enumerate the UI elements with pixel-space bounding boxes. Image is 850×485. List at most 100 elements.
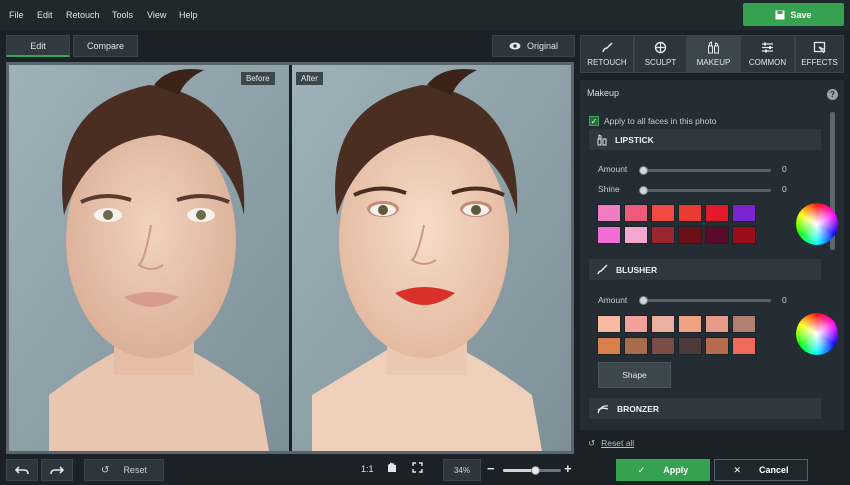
after-photo: After: [292, 65, 571, 451]
fit-screen-icon[interactable]: [412, 462, 423, 475]
menu-retouch[interactable]: Retouch: [66, 10, 100, 20]
makeup-icon: [708, 41, 719, 54]
bronzer-section-header[interactable]: BRONZER: [589, 398, 821, 419]
blusher-swatch[interactable]: [651, 315, 675, 333]
blusher-swatch[interactable]: [732, 315, 756, 333]
lipstick-color-wheel[interactable]: [796, 203, 838, 245]
lipstick-shine-label: Shine: [598, 184, 620, 194]
help-icon[interactable]: ?: [827, 89, 838, 100]
menu-view[interactable]: View: [147, 10, 166, 20]
blusher-color-wheel[interactable]: [796, 313, 838, 355]
redo-icon: [50, 465, 64, 474]
crosshair-icon: [654, 41, 667, 54]
panel-title: Makeup: [587, 88, 620, 98]
zoom-1-1-button[interactable]: 1:1: [361, 464, 374, 474]
effects-icon: [813, 41, 826, 54]
shape-label: Shape: [622, 370, 647, 380]
menu-tools[interactable]: Tools: [112, 10, 133, 20]
lipstick-swatch[interactable]: [678, 204, 702, 222]
eye-icon: [509, 42, 521, 50]
cancel-label: Cancel: [759, 465, 789, 475]
blusher-section-header[interactable]: BLUSHER: [589, 259, 821, 280]
lipstick-swatch[interactable]: [624, 226, 648, 244]
blusher-swatch[interactable]: [597, 315, 621, 333]
save-button[interactable]: Save: [743, 3, 844, 26]
tab-compare[interactable]: Compare: [73, 35, 138, 57]
menu-help[interactable]: Help: [179, 10, 198, 20]
lipstick-swatch[interactable]: [732, 204, 756, 222]
blusher-swatch[interactable]: [678, 315, 702, 333]
blusher-swatch[interactable]: [705, 315, 729, 333]
blusher-swatch[interactable]: [624, 315, 648, 333]
zoom-value[interactable]: 34%: [443, 459, 481, 481]
apply-label: Apply: [663, 465, 689, 475]
reset-all-link[interactable]: ↺ Reset all: [588, 438, 634, 449]
tab-retouch[interactable]: RETOUCH: [580, 35, 634, 73]
lipstick-shine-handle[interactable]: [639, 186, 648, 195]
lipstick-swatch[interactable]: [651, 226, 675, 244]
blusher-swatch[interactable]: [732, 337, 756, 355]
blusher-amount-handle[interactable]: [639, 296, 648, 305]
apply-button[interactable]: ✓ Apply: [616, 459, 710, 481]
zoom-in-icon[interactable]: +: [564, 461, 572, 476]
lipstick-swatch[interactable]: [651, 204, 675, 222]
lipstick-section-header[interactable]: LIPSTICK: [589, 129, 821, 150]
save-label: Save: [790, 9, 812, 20]
reset-icon: ↺: [101, 464, 110, 476]
tab-sculpt-label: SCULPT: [644, 58, 677, 67]
shape-button[interactable]: Shape: [598, 362, 671, 388]
lipstick-shine-slider[interactable]: [639, 186, 771, 195]
floppy-icon: [775, 10, 785, 19]
lipstick-swatch[interactable]: [705, 226, 729, 244]
tab-edit-label: Edit: [30, 40, 46, 51]
blusher-swatch[interactable]: [597, 337, 621, 355]
portrait-before: [9, 65, 289, 451]
photo-canvas[interactable]: Before After: [6, 62, 574, 454]
apply-all-checkbox[interactable]: ✓: [589, 116, 599, 126]
menu-bar: File Edit Retouch Tools View Help Save: [0, 0, 850, 30]
lipstick-shine-value: 0: [782, 184, 787, 194]
lipstick-swatch[interactable]: [705, 204, 729, 222]
tab-sculpt[interactable]: SCULPT: [634, 35, 687, 73]
tab-makeup[interactable]: MAKEUP: [687, 35, 740, 73]
lipstick-swatch[interactable]: [624, 204, 648, 222]
undo-button[interactable]: [6, 459, 38, 481]
lipstick-amount-slider[interactable]: [639, 166, 771, 175]
tab-effects-label: EFFECTS: [801, 58, 838, 67]
zoom-slider-handle[interactable]: [530, 466, 540, 475]
tab-effects[interactable]: EFFECTS: [795, 35, 844, 73]
blusher-amount-label: Amount: [598, 295, 628, 305]
blusher-swatch[interactable]: [651, 337, 675, 355]
redo-button[interactable]: [41, 459, 73, 481]
reset-all-icon: ↺: [588, 438, 596, 448]
original-button[interactable]: Original: [492, 35, 575, 57]
tab-edit[interactable]: Edit: [6, 35, 70, 57]
bronzer-title: BRONZER: [617, 403, 660, 414]
menu-edit[interactable]: Edit: [37, 10, 53, 20]
cancel-button[interactable]: ✕ Cancel: [714, 459, 808, 481]
menu-file[interactable]: File: [9, 10, 24, 20]
makeup-panel: Makeup ? ✓ Apply to all faces in this ph…: [580, 80, 844, 430]
lipstick-swatch[interactable]: [597, 226, 621, 244]
check-icon: ✓: [637, 464, 646, 475]
lipstick-swatch[interactable]: [732, 226, 756, 244]
original-label: Original: [526, 41, 558, 51]
reset-button[interactable]: ↺ Reset: [84, 459, 164, 481]
zoom-slider[interactable]: [503, 466, 561, 475]
portrait-after: [292, 65, 571, 451]
lipstick-amount-handle[interactable]: [639, 166, 648, 175]
blusher-amount-slider[interactable]: [639, 296, 771, 305]
blusher-swatch[interactable]: [624, 337, 648, 355]
bronzer-icon: [597, 404, 609, 413]
lipstick-swatch[interactable]: [678, 226, 702, 244]
blusher-swatch[interactable]: [705, 337, 729, 355]
blusher-swatch[interactable]: [678, 337, 702, 355]
blusher-amount-value: 0: [782, 295, 787, 305]
lipstick-swatch[interactable]: [597, 204, 621, 222]
zoom-out-icon[interactable]: −: [487, 461, 495, 476]
hand-tool-icon[interactable]: [387, 462, 397, 475]
reset-label: Reset: [123, 465, 147, 475]
blusher-title: BLUSHER: [616, 264, 658, 275]
tab-common[interactable]: COMMON: [740, 35, 795, 73]
lipstick-amount-label: Amount: [598, 164, 628, 174]
